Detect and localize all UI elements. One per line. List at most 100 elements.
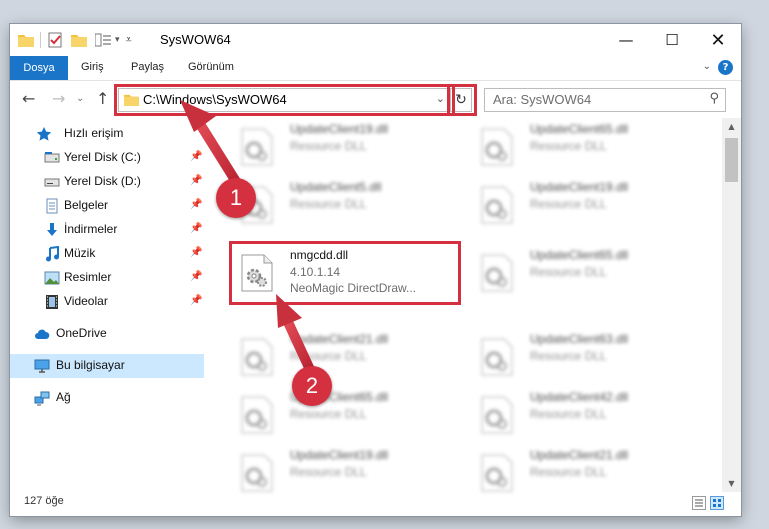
search-input[interactable]: Ara: SysWOW64 xyxy=(493,92,591,107)
vertical-scrollbar[interactable]: ▲ ▼ xyxy=(722,118,741,492)
file-item[interactable]: UpdateClient63.dll Resource DLL xyxy=(472,328,698,382)
sidebar-item-network[interactable]: Ağ xyxy=(10,386,204,410)
scrollbar-thumb[interactable] xyxy=(725,138,738,182)
sidebar-item-music[interactable]: Müzik 📌 xyxy=(10,242,204,266)
file-description: Resource DLL xyxy=(530,139,607,153)
recent-locations-icon[interactable]: ⌄ xyxy=(76,93,84,104)
file-description: Resource DLL xyxy=(530,349,607,363)
step-badge-1: 1 xyxy=(216,178,256,218)
scroll-down-icon[interactable]: ▼ xyxy=(722,475,741,492)
videos-icon xyxy=(46,295,58,309)
up-button[interactable]: ↑ xyxy=(96,89,109,108)
file-description: Resource DLL xyxy=(290,465,367,479)
file-description: Resource DLL xyxy=(530,265,607,279)
forward-button[interactable]: → xyxy=(52,89,65,108)
sidebar-item-label: Belgeler xyxy=(64,198,109,212)
ribbon: Dosya Giriş Paylaş Görünüm ⌄ ? xyxy=(10,56,741,81)
file-item[interactable]: UpdateClient19.dll Resource DLL xyxy=(232,444,458,498)
cloud-icon xyxy=(35,329,50,339)
file-name: UpdateClient21.dll xyxy=(530,448,629,462)
sidebar-item-label: Ağ xyxy=(56,390,71,404)
item-count: 127 öğe xyxy=(24,495,64,507)
sidebar-item-label: Yerel Disk (D:) xyxy=(64,174,141,188)
help-icon[interactable]: ? xyxy=(718,60,733,75)
file-name: UpdateClient19.dll xyxy=(530,180,629,194)
dll-file-icon xyxy=(241,338,273,376)
dll-file-icon xyxy=(481,186,513,224)
file-item[interactable]: UpdateClient65.dll Resource DLL xyxy=(472,118,698,172)
new-folder-icon[interactable] xyxy=(71,33,87,47)
sidebar-item-local-disk-c[interactable]: Yerel Disk (C:) 📌 xyxy=(10,146,204,170)
status-bar: 127 öğe xyxy=(10,492,741,516)
quick-access-toolbar: ▾ ⩡ xyxy=(18,30,132,50)
tab-share[interactable]: Paylaş xyxy=(131,61,164,73)
music-icon xyxy=(46,246,59,262)
tab-file[interactable]: Dosya xyxy=(10,56,68,80)
drive-icon xyxy=(44,178,60,187)
pin-icon[interactable]: 📌 xyxy=(190,175,202,186)
ribbon-expand-icon[interactable]: ⌄ xyxy=(703,61,711,72)
dll-file-icon xyxy=(481,338,513,376)
pin-icon[interactable]: 📌 xyxy=(190,247,202,258)
file-description: Resource DLL xyxy=(290,197,367,211)
pin-icon[interactable]: 📌 xyxy=(190,223,202,234)
maximize-button[interactable]: ☐ xyxy=(649,24,695,56)
sidebar-item-documents[interactable]: Belgeler 📌 xyxy=(10,194,204,218)
navigation-pane: Hızlı erişim Yerel Disk (C:) 📌 Yerel Dis… xyxy=(10,122,204,482)
pin-icon[interactable]: 📌 xyxy=(190,271,202,282)
address-highlight-box xyxy=(114,84,455,116)
file-item[interactable]: UpdateClient65.dll Resource DLL xyxy=(232,386,458,440)
dll-file-icon xyxy=(481,454,513,492)
documents-icon xyxy=(46,198,58,214)
large-icons-view-icon[interactable] xyxy=(710,496,724,510)
file-item[interactable]: UpdateClient5.dll Resource DLL xyxy=(232,176,458,230)
folder-icon[interactable] xyxy=(18,33,34,47)
file-description: Resource DLL xyxy=(290,407,367,421)
sidebar-item-onedrive[interactable]: OneDrive xyxy=(10,322,204,346)
chevron-down-icon[interactable]: ▾ xyxy=(115,35,120,45)
sidebar-item-label: Videolar xyxy=(64,294,108,308)
dll-file-icon xyxy=(241,396,273,434)
pin-icon[interactable]: 📌 xyxy=(190,151,202,162)
file-item[interactable]: UpdateClient21.dll Resource DLL xyxy=(232,328,458,382)
step-badge-2: 2 xyxy=(292,366,332,406)
sidebar-item-label: Resimler xyxy=(64,270,112,284)
file-item[interactable]: UpdateClient65.dll Resource DLL xyxy=(472,244,698,298)
search-icon: ⚲ xyxy=(709,91,719,106)
customize-toolbar-icon[interactable]: ⩡ xyxy=(126,33,132,47)
download-icon xyxy=(47,223,57,236)
file-highlight-box xyxy=(229,241,461,305)
sidebar-item-downloads[interactable]: İndirmeler 📌 xyxy=(10,218,204,242)
file-item[interactable]: UpdateClient19.dll Resource DLL xyxy=(472,176,698,230)
file-name: UpdateClient5.dll xyxy=(290,180,382,194)
tab-home[interactable]: Giriş xyxy=(81,61,104,73)
dll-file-icon xyxy=(241,454,273,492)
sidebar-item-local-disk-d[interactable]: Yerel Disk (D:) 📌 xyxy=(10,170,204,194)
search-box[interactable]: Ara: SysWOW64 ⚲ xyxy=(484,88,726,112)
tab-view[interactable]: Görünüm xyxy=(188,61,234,73)
sidebar-item-label: İndirmeler xyxy=(64,222,118,236)
drive-icon xyxy=(44,152,60,163)
scroll-up-icon[interactable]: ▲ xyxy=(722,118,741,135)
pin-icon[interactable]: 📌 xyxy=(190,199,202,210)
pin-icon[interactable]: 📌 xyxy=(190,295,202,306)
close-button[interactable]: ✕ xyxy=(695,24,741,56)
file-item[interactable]: UpdateClient19.dll Resource DLL xyxy=(232,118,458,172)
details-view-icon[interactable] xyxy=(692,496,706,510)
sidebar-item-label: Hızlı erişim xyxy=(64,126,124,140)
sidebar-item-videos[interactable]: Videolar 📌 xyxy=(10,290,204,314)
network-icon xyxy=(34,391,50,406)
file-description: Resource DLL xyxy=(530,197,607,211)
sidebar-item-this-pc[interactable]: Bu bilgisayar xyxy=(10,354,204,378)
back-button[interactable]: ← xyxy=(22,89,35,108)
sidebar-item-quick-access[interactable]: Hızlı erişim xyxy=(10,122,204,146)
properties-icon[interactable] xyxy=(47,32,63,48)
dll-file-icon xyxy=(241,128,273,166)
minimize-button[interactable]: — xyxy=(603,24,649,56)
file-item[interactable]: UpdateClient42.dll Resource DLL xyxy=(472,386,698,440)
refresh-highlight-box xyxy=(447,84,477,116)
file-item[interactable]: UpdateClient21.dll Resource DLL xyxy=(472,444,698,498)
view-options-icon[interactable] xyxy=(95,33,113,47)
sidebar-item-pictures[interactable]: Resimler 📌 xyxy=(10,266,204,290)
file-description: Resource DLL xyxy=(290,349,367,363)
